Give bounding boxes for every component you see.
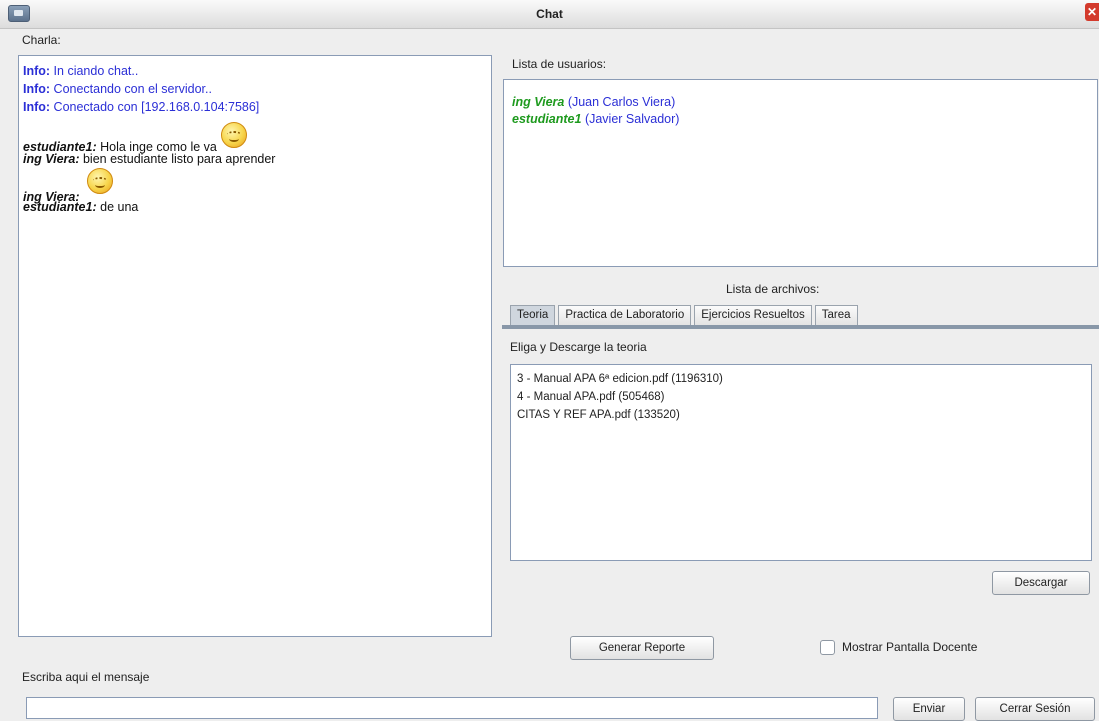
chat-message: estudiante1: de una xyxy=(23,200,139,214)
smiley-emoji-icon xyxy=(86,168,113,194)
tab-tarea[interactable]: Tarea xyxy=(814,305,858,325)
chat-label: Charla: xyxy=(22,33,61,47)
chat-message: estudiante1: Hola inge como le va xyxy=(23,116,275,154)
chat-log[interactable]: Info: In ciando chat.. Info: Conectando … xyxy=(18,55,492,637)
files-instruction: Eliga y Descarge la teoria xyxy=(510,340,647,354)
smiley-emoji-icon xyxy=(220,122,247,148)
users-list[interactable]: ing Viera (Juan Carlos Viera) estudiante… xyxy=(503,79,1098,267)
window-title: Chat xyxy=(536,7,563,21)
file-list-item[interactable]: 3 - Manual APA 6ª edicion.pdf (1196310) xyxy=(517,370,723,388)
tab-divider xyxy=(502,325,1099,329)
user-list-item[interactable]: estudiante1 (Javier Salvador) xyxy=(512,111,679,128)
chat-message: Info: In ciando chat.. xyxy=(23,64,139,78)
generate-report-button[interactable]: Generar Reporte xyxy=(570,636,714,660)
user-list-item[interactable]: ing Viera (Juan Carlos Viera) xyxy=(512,94,679,111)
message-input[interactable] xyxy=(26,697,878,719)
title-bar: Chat ✕ xyxy=(0,0,1099,29)
chat-messages: Info: In ciando chat.. Info: Conectando … xyxy=(23,62,275,216)
files-list[interactable]: 3 - Manual APA 6ª edicion.pdf (1196310) … xyxy=(510,364,1092,561)
download-button[interactable]: Descargar xyxy=(992,571,1090,595)
chat-message: Info: Conectado con [192.168.0.104:7586] xyxy=(23,100,260,114)
file-list-item[interactable]: CITAS Y REF APA.pdf (133520) xyxy=(517,406,723,424)
chat-message: ing Viera: xyxy=(23,168,275,204)
users-label: Lista de usuarios: xyxy=(512,57,607,71)
files-label: Lista de archivos: xyxy=(726,282,820,296)
show-teacher-screen-checkbox[interactable] xyxy=(820,640,835,655)
show-teacher-screen-label: Mostrar Pantalla Docente xyxy=(842,640,978,654)
tab-practica-laboratorio[interactable]: Practica de Laboratorio xyxy=(558,305,692,325)
message-label: Escriba aqui el mensaje xyxy=(22,670,150,684)
close-window-button[interactable]: ✕ xyxy=(1085,3,1099,21)
send-button[interactable]: Enviar xyxy=(893,697,965,721)
files-tab-bar: Teoria Practica de Laboratorio Ejercicio… xyxy=(510,305,861,325)
logout-button[interactable]: Cerrar Sesión xyxy=(975,697,1095,721)
tab-ejercicios-resueltos[interactable]: Ejercicios Resueltos xyxy=(694,305,812,325)
chat-message: ing Viera: bien estudiante listo para ap… xyxy=(23,152,276,166)
tab-teoria[interactable]: Teoria xyxy=(510,305,556,325)
chat-message: Info: Conectando con el servidor.. xyxy=(23,82,212,96)
file-list-item[interactable]: 4 - Manual APA.pdf (505468) xyxy=(517,388,723,406)
